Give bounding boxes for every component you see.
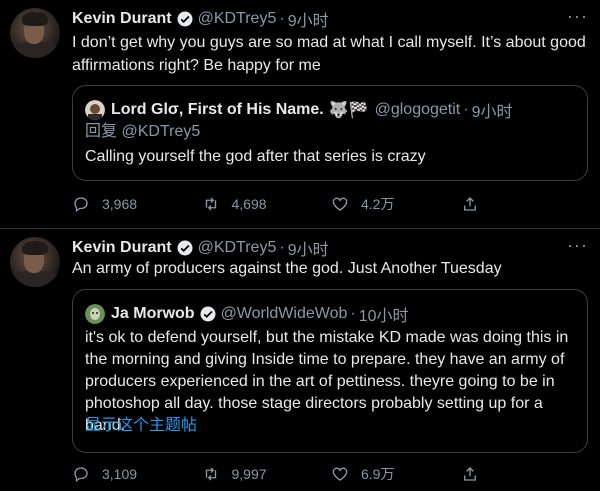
retweet-count: 9,997 <box>231 466 267 482</box>
separator-dot: · <box>350 305 356 322</box>
reply-count: 3,968 <box>102 196 138 212</box>
reply-button[interactable]: 3,109 <box>72 465 202 483</box>
reply-icon <box>74 197 88 213</box>
share-icon <box>463 467 476 481</box>
tweet-text: An army of producers against the god. Ju… <box>72 260 502 277</box>
heart-icon <box>332 467 348 481</box>
quoted-tweet[interactable]: Ja Morwob @WorldWideWob · 10小时 it's ok t… <box>72 289 588 453</box>
retweet-icon <box>205 467 216 481</box>
retweet-button[interactable]: 4,698 <box>202 195 332 213</box>
tweet[interactable]: Kevin Durant @KDTrey5 · 9小时 ··· I don’t … <box>0 0 600 228</box>
quoted-tweet-header: Ja Morwob @WorldWideWob · 10小时 <box>85 302 409 326</box>
share-icon <box>463 197 476 211</box>
tweet-header: Kevin Durant @KDTrey5 · 9小时 <box>72 237 590 259</box>
tweet-actions: 3,109 9,997 6.9万 <box>72 463 590 485</box>
separator-dot: · <box>279 10 285 27</box>
quoted-tweet-header: Lord Glσ, First of His Name. 🐺🏁 @glogoge… <box>85 98 512 122</box>
like-count: 4.2万 <box>361 196 395 212</box>
emoji-text: 🐺🏁 <box>328 102 369 119</box>
tweet-text: I don’t get why you guys are so mad at w… <box>72 34 586 74</box>
quoted-avatar <box>85 100 105 120</box>
author-handle[interactable]: @KDTrey5 <box>198 10 277 28</box>
separator-dot: · <box>279 239 285 256</box>
quoted-tweet-text: Calling yourself the god after that seri… <box>85 148 426 165</box>
like-count: 6.9万 <box>361 466 395 482</box>
quoted-author-name[interactable]: Ja Morwob <box>111 305 195 323</box>
verified-badge-icon <box>177 240 193 256</box>
more-options-icon[interactable]: ··· <box>567 235 588 256</box>
timestamp[interactable]: 9小时 <box>288 7 329 31</box>
share-button[interactable] <box>461 465 591 483</box>
quoted-author-handle[interactable]: @WorldWideWob <box>221 305 348 323</box>
like-button[interactable]: 4.2万 <box>331 194 461 214</box>
more-options-icon[interactable]: ··· <box>567 6 588 27</box>
quoted-author-name[interactable]: Lord Glσ, First of His Name. <box>111 101 324 119</box>
quoted-author-handle[interactable]: @glogogetit <box>375 101 461 119</box>
author-handle[interactable]: @KDTrey5 <box>198 239 277 257</box>
reply-to-handle[interactable]: @KDTrey5 <box>121 123 200 140</box>
verified-badge-icon <box>177 11 193 27</box>
heart-icon <box>332 197 348 211</box>
show-thread-link[interactable]: 显示这个主题帖 <box>85 415 577 437</box>
retweet-icon <box>205 197 216 211</box>
tweet[interactable]: Kevin Durant @KDTrey5 · 9小时 ··· An army … <box>0 228 600 491</box>
avatar[interactable] <box>10 237 60 287</box>
retweet-button[interactable]: 9,997 <box>202 465 332 483</box>
separator-dot: · <box>463 101 469 118</box>
retweet-count: 4,698 <box>231 196 267 212</box>
verified-badge-icon <box>200 306 216 322</box>
reply-icon <box>74 467 88 483</box>
author-name[interactable]: Kevin Durant <box>72 10 172 28</box>
reply-count: 3,109 <box>102 466 138 482</box>
reply-prefix: 回复 <box>85 123 118 140</box>
tweet-header: Kevin Durant @KDTrey5 · 9小时 <box>72 8 590 30</box>
quoted-timestamp[interactable]: 10小时 <box>359 302 409 326</box>
quoted-avatar <box>85 304 105 324</box>
tweet-actions: 3,968 4,698 4.2万 <box>72 193 590 215</box>
reply-context: 回复 @KDTrey5 <box>85 121 577 143</box>
avatar[interactable] <box>10 8 60 58</box>
share-button[interactable] <box>461 195 591 213</box>
quoted-tweet[interactable]: Lord Glσ, First of His Name. 🐺🏁 @glogoge… <box>72 85 588 181</box>
author-name[interactable]: Kevin Durant <box>72 239 172 257</box>
quoted-timestamp[interactable]: 9小时 <box>472 98 513 122</box>
reply-button[interactable]: 3,968 <box>72 195 202 213</box>
like-button[interactable]: 6.9万 <box>331 464 461 484</box>
